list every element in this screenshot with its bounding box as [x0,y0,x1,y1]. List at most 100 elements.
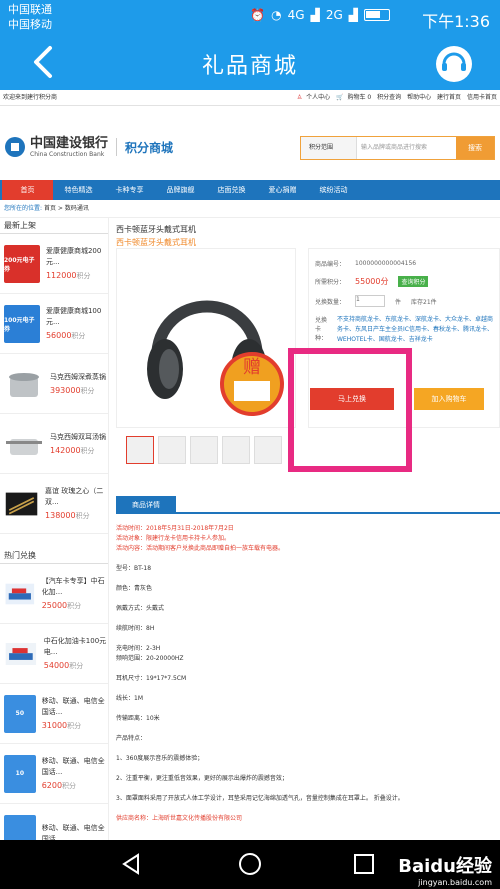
gift-label: 赠 [243,357,261,378]
soup-pot-image [6,438,42,455]
phone-card-image [4,814,36,840]
carrier-2: 中国移动 [8,18,52,31]
breadcrumb-category[interactable]: 数码通讯 [65,205,89,212]
points-query-link[interactable]: 积分查询 [377,94,401,101]
list-item[interactable]: 100元电子券 爱康健康商城100元... 56000积分 [0,294,108,354]
exchange-now-button[interactable]: 马上兑换 [310,388,394,410]
nav-card-exclusive[interactable]: 卡种专享 [104,180,155,200]
breadcrumb-home[interactable]: 首页 [44,205,56,212]
thumbnail[interactable] [158,436,186,464]
cart-link[interactable]: 购物车 0 [348,94,372,101]
signal-icon-2: ▟ [348,8,358,22]
voucher-100-image: 100元电子券 [4,304,40,343]
spec-size: 耳机尺寸：19*17*7.5CM [116,675,187,682]
spec-frequency: 频响范围：20-20000HZ [116,655,184,662]
user-icon: ♙ [296,94,303,101]
spec-charge: 充电时间：2-3H [116,645,161,652]
steamer-pot-image [9,372,39,397]
list-item[interactable]: 中石化加油卡100元电... 54000积分 [0,624,108,684]
item-name: 爱康健康商城200元... [45,247,102,266]
ccb-home-link[interactable]: 建行首页 [437,94,461,101]
sinopec-card-image [5,583,35,604]
product-code: 1000000000004156 [355,260,417,267]
search-button[interactable]: 搜索 [456,137,494,159]
nav-donation[interactable]: 爱心捐赠 [257,180,308,200]
sidebar: 最新上架 200元电子券 爱康健康商城200元... 112000积分 100元电… [0,218,109,840]
spec-model: 型号：BT-18 [116,565,152,572]
list-item[interactable]: 10 移动、联通、电信全国话... 6200积分 [0,744,108,804]
card-home-link[interactable]: 信用卡首页 [467,94,497,101]
main-nav: 首页 特色精选 卡种专享 品牌旗舰 店面兑换 爱心捐赠 缤纷活动 [0,180,500,200]
nav-brand[interactable]: 品牌旗舰 [155,180,206,200]
network-2: 2G [325,8,343,22]
status-icons: ⏰ ◔ 4G ▟ 2G ▟ [250,8,390,22]
product-points: 55000分 [355,277,389,286]
item-name: 【汽车卡专享】中石化加... [41,577,105,596]
phone-card-10-image: 10 [4,754,36,793]
thumbnail[interactable] [126,436,154,464]
spec-distance: 传输距离：10米 [116,715,160,722]
watermark-brand: Baidu经验 [398,856,492,877]
thumbnail[interactable] [222,436,250,464]
list-item[interactable]: 200元电子券 爱康健康商城200元... 112000积分 [0,234,108,294]
list-item[interactable]: 【汽车卡专享】中石化加... 25000积分 [0,564,108,624]
nav-home[interactable]: 首页 [2,180,53,200]
feature-3: 3、面罩面料采用了开放式人体工学设计，耳垫采用记忆海绵加透气孔，音量控制集成在耳… [116,795,404,802]
item-points: 138000 [45,511,76,520]
item-name: 移动、联通、电信全国话... [41,757,105,776]
spec-style: 佩戴方式：头戴式 [116,605,165,612]
thumbnail[interactable] [254,436,282,464]
item-name: 爱康健康商城100元... [45,307,102,326]
phone-card-50-image: 50 [4,694,36,733]
nav-store[interactable]: 店面兑换 [206,180,257,200]
search-scope-select[interactable]: 积分范围 [301,137,357,159]
list-item[interactable]: 50 移动、联通、电信全国话... 31000积分 [0,684,108,744]
back-triangle-icon[interactable] [120,852,144,876]
feature-2: 2、注重平衡，更注重低音效果，更好的展示出爆炸的震撼音效； [116,775,288,782]
qty-label: 兑换数量： [315,298,346,306]
watermark-url: jingyan.baidu.com [418,878,492,887]
tab-product-detail[interactable]: 商品详情 [116,496,176,514]
chopsticks-image [5,492,38,515]
product-image[interactable]: 赠 [116,248,296,428]
item-points: 54000 [43,661,70,670]
signal-icon: ▟ [310,8,320,22]
help-center-link[interactable]: 帮助中心 [407,94,431,101]
headphone-image: 赠 [147,300,284,416]
item-name: 移动、联通、电信全国话... [41,823,105,841]
item-name: 马克西姆双耳汤锅 [50,432,106,441]
carrier-info: 中国联通 中国移动 [8,2,52,32]
points-mall-label: 积分商城 [125,140,174,155]
item-points: 112000 [45,271,77,280]
item-points: 25000 [41,601,68,610]
add-to-cart-button[interactable]: 加入购物车 [414,388,484,410]
search-input[interactable]: 输入品牌或商品进行搜索 [357,137,456,159]
thumbnail[interactable] [190,436,218,464]
list-item[interactable]: 移动、联通、电信全国话... [0,804,108,840]
list-item[interactable]: 马克西姆深煮蒸锅 393000积分 [0,354,108,414]
recent-apps-icon[interactable] [352,852,376,876]
baidu-watermark: Baidu经验 jingyan.baidu.com [398,852,492,887]
quantity-stepper[interactable]: 1 [355,295,386,307]
breadcrumb-label: 您所在的位置: [4,205,43,212]
list-item[interactable]: 马克西姆双耳汤锅 142000积分 [0,414,108,474]
bank-name-cn: 中国建设银行 [30,135,109,151]
webview: 欢迎来到建行积分商 ♙ 个人中心 🛒 购物车 0 积分查询 帮助中心 建行首页 信用… [0,90,500,840]
item-name: 中石化加油卡100元电... [43,637,107,656]
product-subtitle: 西卡顿蓝牙头戴式耳机 [116,238,196,247]
nav-activities[interactable]: 缤纷活动 [308,180,359,200]
home-circle-icon[interactable] [238,852,262,876]
stock-text: 库存21件 [411,298,437,306]
status-bar: 中国联通 中国移动 ⏰ ◔ 4G ▟ 2G ▟ 下午1:36 [0,0,500,36]
bank-logo[interactable]: 中国建设银行 China Construction Bank 积分商城 [4,136,173,158]
nav-featured[interactable]: 特色精选 [53,180,104,200]
features-title: 产品特点： [116,735,147,742]
personal-center-link[interactable]: 个人中心 [306,94,330,101]
thumbnail-strip [126,436,282,464]
list-item[interactable]: 嘉谊 玫瑰之心（二双... 138000积分 [0,474,108,534]
customer-service-icon[interactable] [434,44,474,84]
spec-cable: 线长：1M [116,695,143,702]
carrier-1: 中国联通 [8,3,52,16]
item-name: 马克西姆深煮蒸锅 [50,372,106,381]
query-points-tag[interactable]: 查询积分 [398,276,429,287]
